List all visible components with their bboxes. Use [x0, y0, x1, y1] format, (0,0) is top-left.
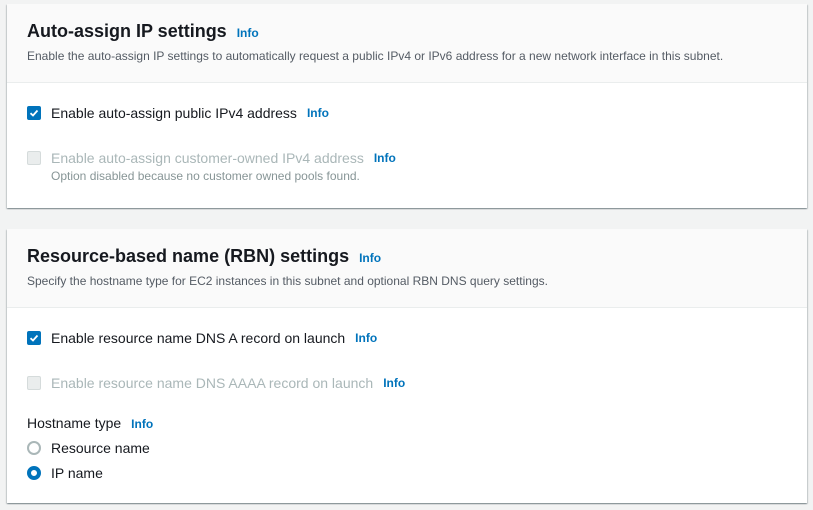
info-link[interactable]: Info	[307, 106, 329, 120]
check-icon	[29, 109, 39, 117]
dns-aaaa-option-row: Enable resource name DNS AAAA record on …	[27, 375, 405, 391]
dns-aaaa-checkbox[interactable]	[27, 376, 41, 390]
auto-assign-ip-panel: Auto-assign IP settings Info Enable the …	[7, 4, 807, 208]
dns-a-option-row: Enable resource name DNS A record on lau…	[27, 330, 377, 346]
radio-button[interactable]	[27, 466, 41, 480]
dns-a-label: Enable resource name DNS A record on lau…	[51, 330, 346, 346]
hostname-type-label-row: Hostname type Info	[27, 415, 153, 431]
check-icon	[29, 334, 39, 342]
info-link[interactable]: Info	[131, 417, 153, 431]
radio-button[interactable]	[27, 441, 41, 455]
radio-label: IP name	[51, 465, 103, 481]
hostname-option-ip-name[interactable]: IP name	[27, 465, 103, 481]
customer-ipv4-option-row: Enable auto-assign customer-owned IPv4 a…	[27, 150, 396, 166]
rbn-settings-panel: Resource-based name (RBN) settings Info …	[7, 229, 807, 503]
customer-ipv4-checkbox[interactable]	[27, 151, 41, 165]
info-link[interactable]: Info	[237, 26, 259, 40]
hostname-type-label: Hostname type	[27, 415, 122, 431]
dns-aaaa-label: Enable resource name DNS AAAA record on …	[51, 375, 374, 391]
info-link[interactable]: Info	[359, 251, 381, 265]
customer-ipv4-label: Enable auto-assign customer-owned IPv4 a…	[51, 150, 364, 166]
info-link[interactable]: Info	[383, 376, 405, 390]
info-link[interactable]: Info	[355, 331, 377, 345]
hostname-option-resource-name[interactable]: Resource name	[27, 440, 150, 456]
panel-header: Auto-assign IP settings Info Enable the …	[7, 4, 807, 83]
ipv4-label: Enable auto-assign public IPv4 address	[51, 105, 297, 121]
ipv4-checkbox[interactable]	[27, 106, 41, 120]
dns-a-checkbox[interactable]	[27, 331, 41, 345]
panel-title: Resource-based name (RBN) settings	[27, 246, 350, 266]
panel-header: Resource-based name (RBN) settings Info …	[7, 229, 807, 308]
panel-description: Enable the auto-assign IP settings to au…	[27, 49, 724, 63]
info-link[interactable]: Info	[374, 151, 396, 165]
ipv4-option-row: Enable auto-assign public IPv4 address I…	[27, 105, 329, 121]
customer-ipv4-hint: Option disabled because no customer owne…	[51, 169, 360, 183]
radio-label: Resource name	[51, 440, 150, 456]
panel-description: Specify the hostname type for EC2 instan…	[27, 274, 548, 288]
panel-title: Auto-assign IP settings	[27, 21, 227, 41]
